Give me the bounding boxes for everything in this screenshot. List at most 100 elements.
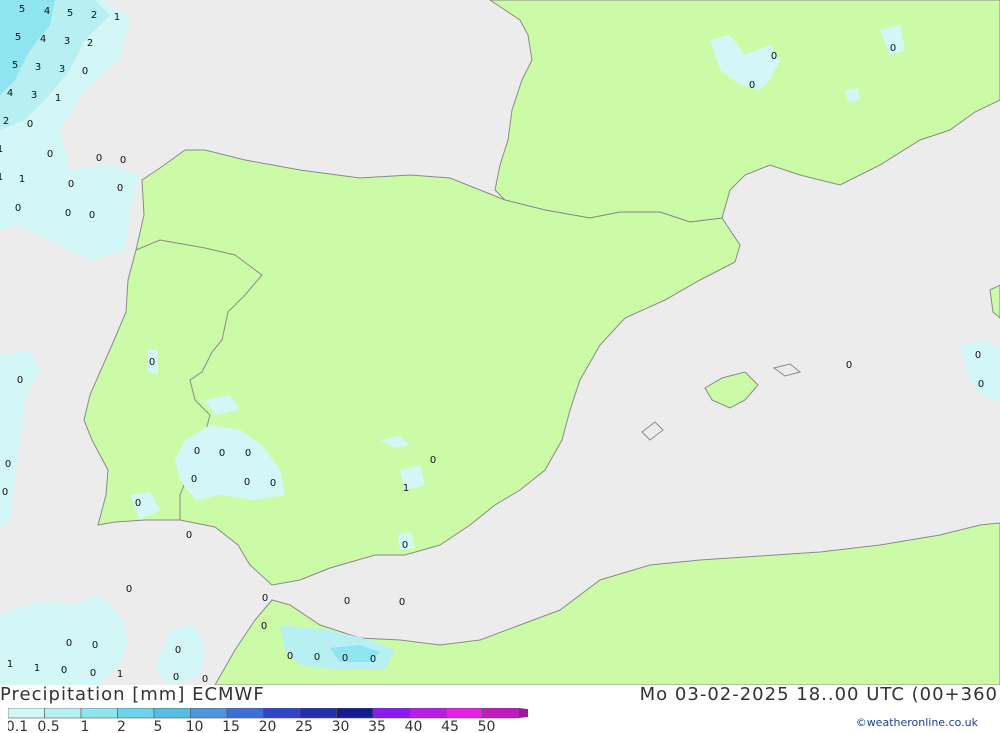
- scale-label: 0.5: [37, 719, 59, 733]
- precip-value-label: 0: [344, 596, 350, 607]
- scale-swatch: [372, 708, 410, 719]
- precip-value-label: 0: [27, 119, 33, 130]
- precip-value-label: 0: [314, 652, 320, 663]
- scale-swatch: [263, 708, 301, 719]
- precip-value-label: 5: [67, 8, 73, 19]
- scale-label: 45: [441, 719, 459, 733]
- precip-value-label: 1: [55, 93, 61, 104]
- scale-label: 1: [81, 719, 90, 733]
- precip-value-label: 5: [19, 4, 25, 15]
- precip-value-label: 0: [126, 584, 132, 595]
- precip-value-label: 0: [90, 668, 96, 679]
- scale-label: 40: [405, 719, 423, 733]
- precip-value-label: 0: [68, 179, 74, 190]
- precip-value-label: 5: [15, 32, 21, 43]
- precip-value-label: 0: [186, 530, 192, 541]
- scale-swatch: [117, 708, 155, 719]
- precip-value-label: 0: [287, 651, 293, 662]
- precip-value-label: 3: [31, 90, 37, 101]
- scale-swatch: [336, 708, 374, 719]
- precip-value-label: 0: [430, 455, 436, 466]
- precip-value-label: 0: [2, 487, 8, 498]
- scale-label: 25: [295, 719, 313, 733]
- precip-value-label: 0: [47, 149, 53, 160]
- precip-value-label: 0: [270, 478, 276, 489]
- scale-swatch: [482, 708, 520, 719]
- precip-value-label: 1: [7, 659, 13, 670]
- precip-value-label: 0: [261, 621, 267, 632]
- precip-value-label: 0: [135, 498, 141, 509]
- credit-link[interactable]: ©weatheronline.co.uk: [856, 716, 978, 729]
- precip-value-label: 0: [96, 153, 102, 164]
- precip-value-label: 1: [0, 144, 3, 155]
- color-scale: 0.1 0.5 1 2 5 10 15 20 25 30 35 40 45 50: [8, 708, 528, 733]
- map-timestamp: Mo 03-02-2025 18..00 UTC (00+360: [639, 684, 998, 705]
- precip-value-label: 0: [219, 448, 225, 459]
- scale-swatch: [44, 708, 82, 719]
- precip-value-label: 0: [65, 208, 71, 219]
- precip-value-label: 0: [771, 51, 777, 62]
- precip-value-label: 0: [66, 638, 72, 649]
- precip-value-label: 2: [3, 116, 9, 127]
- precip-value-label: 0: [149, 357, 155, 368]
- precip-value-label: 3: [59, 64, 65, 75]
- scale-swatch: [190, 708, 228, 719]
- precip-value-label: 0: [92, 640, 98, 651]
- precip-value-label: 1: [19, 174, 25, 185]
- precip-value-label: 0: [194, 446, 200, 457]
- scale-label: 2: [117, 719, 126, 733]
- precip-value-label: 0: [15, 203, 21, 214]
- scale-label: 20: [259, 719, 277, 733]
- precip-value-label: 0: [399, 597, 405, 608]
- scale-label: 10: [186, 719, 204, 733]
- precip-value-label: 0: [890, 43, 896, 54]
- scale-label: 5: [154, 719, 163, 733]
- precip-value-label: 1: [114, 12, 120, 23]
- precip-value-label: 4: [44, 6, 50, 17]
- precip-value-label: 0: [117, 183, 123, 194]
- map-title: Precipitation [mm] ECMWF: [0, 684, 265, 705]
- precip-value-label: 0: [978, 379, 984, 390]
- precip-value-label: 1: [403, 483, 409, 494]
- scale-swatch: [226, 708, 264, 719]
- scale-label: 50: [478, 719, 496, 733]
- precip-value-label: 1: [0, 172, 3, 183]
- precip-value-label: 0: [89, 210, 95, 221]
- precip-value-label: 5: [12, 60, 18, 71]
- precip-value-label: 3: [64, 36, 70, 47]
- scale-swatch: [153, 708, 191, 719]
- scale-label: 15: [222, 719, 240, 733]
- precip-value-label: 1: [117, 669, 123, 680]
- precip-value-label: 0: [749, 80, 755, 91]
- scale-label: 30: [332, 719, 350, 733]
- precip-value-label: 0: [173, 672, 179, 683]
- precip-value-label: 0: [244, 477, 250, 488]
- precip-value-label: 2: [87, 38, 93, 49]
- precip-value-label: 0: [5, 459, 11, 470]
- precip-value-label: 0: [175, 645, 181, 656]
- precip-value-label: 0: [245, 448, 251, 459]
- precip-value-label: 0: [975, 350, 981, 361]
- scale-swatch: [80, 708, 118, 719]
- precip-value-label: 4: [40, 34, 46, 45]
- precip-value-label: 0: [262, 593, 268, 604]
- precipitation-map: 5 4 5 2 1 5 4 3 2 5 3 3 0 4 3 1 2 0 1 0 0 0 1 1 0 0 0 0 0 0 0 0 0 0 0 0 0 0 1 0…: [0, 0, 1000, 685]
- precip-value-label: 3: [35, 62, 41, 73]
- precip-value-label: 0: [61, 665, 67, 676]
- precip-value-label: 1: [34, 663, 40, 674]
- precip-value-label: 0: [17, 375, 23, 386]
- precip-value-label: 0: [191, 474, 197, 485]
- scale-swatch: [8, 708, 45, 719]
- scale-label: 0.1: [8, 719, 28, 733]
- precip-value-label: 2: [91, 10, 97, 21]
- precip-value-label: 0: [82, 66, 88, 77]
- precip-value-label: 0: [342, 653, 348, 664]
- scale-swatch: [445, 708, 483, 719]
- scale-arrow: [519, 708, 528, 718]
- precip-value-label: 0: [120, 155, 126, 166]
- precip-value-label: 0: [402, 540, 408, 551]
- precip-value-label: 0: [846, 360, 852, 371]
- scale-label: 35: [368, 719, 386, 733]
- precip-value-label: 0: [370, 654, 376, 665]
- precip-value-label: 4: [7, 88, 13, 99]
